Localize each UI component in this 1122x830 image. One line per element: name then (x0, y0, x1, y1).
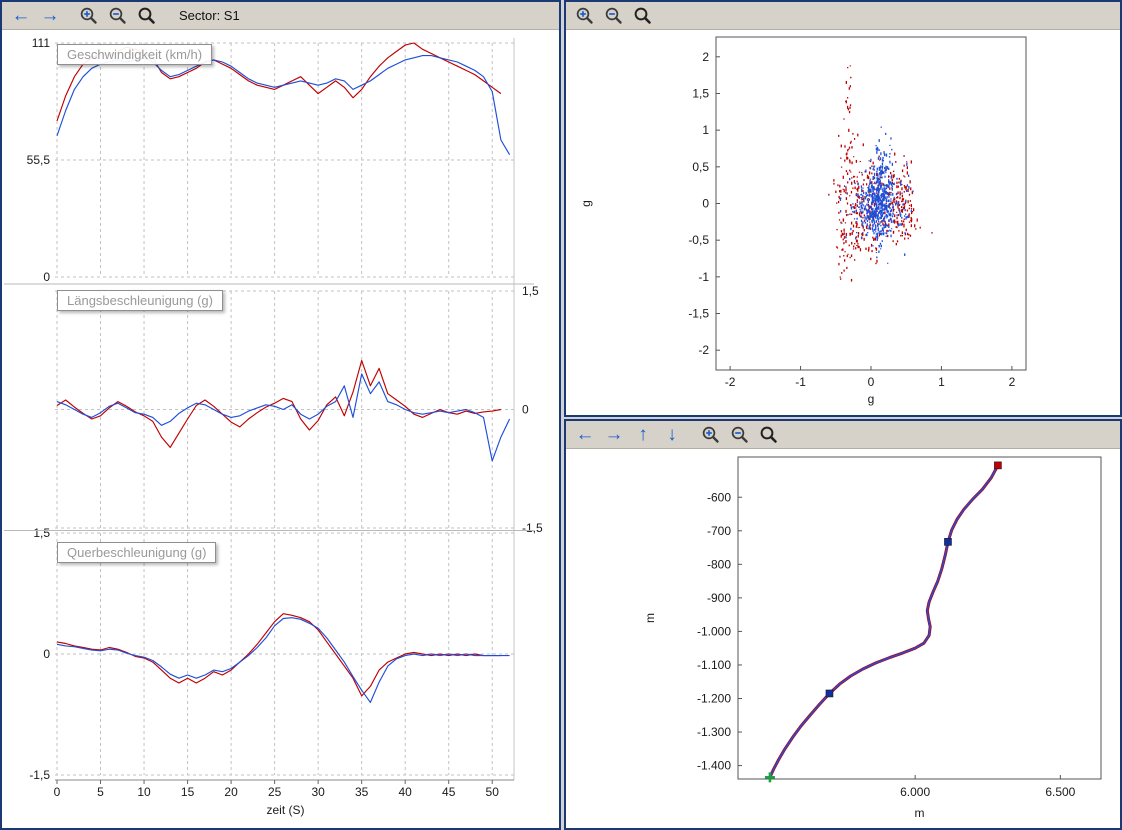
svg-text:0: 0 (43, 270, 50, 284)
svg-text:6.500: 6.500 (1045, 785, 1075, 799)
zoom-select-button[interactable] (758, 424, 780, 446)
svg-text:2: 2 (1009, 375, 1016, 389)
svg-text:-0,5: -0,5 (688, 233, 709, 247)
svg-text:5: 5 (97, 785, 104, 799)
sector-label: Sector: S1 (179, 8, 240, 23)
svg-text:1,5: 1,5 (522, 284, 539, 298)
pan-down-button[interactable]: ↓ (661, 424, 683, 446)
forward-arrow-icon: → (605, 425, 624, 444)
telemetry-analysis-window: ← → (0, 0, 1122, 830)
svg-text:25: 25 (268, 785, 282, 799)
svg-text:1,5: 1,5 (692, 86, 709, 100)
lat-accel-chart-title: Querbeschleunigung (g) (57, 542, 216, 563)
svg-text:-1.300: -1.300 (697, 725, 731, 739)
svg-text:45: 45 (442, 785, 456, 799)
gg-scatter-canvas[interactable]: 2 1,5 1 0,5 0 -0,5 -1 -1,5 -2 -2 -1 0 1 2 g g (566, 30, 1120, 415)
svg-text:-1: -1 (795, 375, 806, 389)
svg-text:6.000: 6.000 (900, 785, 930, 799)
forward-button[interactable]: → (39, 5, 61, 27)
track-map-toolbar: ← → ↑ ↓ (566, 421, 1120, 449)
zoom-in-button[interactable] (700, 424, 722, 446)
svg-text:g: g (868, 392, 875, 406)
svg-text:g: g (579, 200, 593, 207)
svg-text:1: 1 (702, 123, 709, 137)
svg-text:-1.100: -1.100 (697, 658, 731, 672)
zoom-in-icon (575, 6, 595, 26)
long-accel-chart-title: Längsbeschleunigung (g) (57, 290, 223, 311)
zoom-in-button[interactable] (574, 5, 596, 27)
svg-text:-700: -700 (707, 524, 731, 538)
zoom-in-icon (79, 6, 99, 26)
speed-chart-title: Geschwindigkeit (km/h) (57, 44, 212, 65)
svg-text:111: 111 (32, 36, 51, 50)
time-charts-panel: ← → (0, 0, 561, 830)
svg-text:-800: -800 (707, 557, 731, 571)
svg-text:0: 0 (43, 647, 50, 661)
svg-text:35: 35 (355, 785, 369, 799)
pan-up-button[interactable]: ↑ (632, 424, 654, 446)
svg-text:2: 2 (702, 50, 709, 64)
time-charts-toolbar: ← → (2, 2, 559, 30)
gg-scatter-area: 2 1,5 1 0,5 0 -0,5 -1 -1,5 -2 -2 -1 0 1 2 g g (566, 30, 1120, 417)
svg-text:-1: -1 (698, 270, 709, 284)
svg-text:0,5: 0,5 (692, 160, 709, 174)
zoom-out-icon (730, 425, 750, 445)
zoom-out-button[interactable] (107, 5, 129, 27)
back-arrow-icon: ← (12, 6, 31, 25)
svg-text:40: 40 (399, 785, 413, 799)
svg-text:1,5: 1,5 (33, 526, 50, 540)
zoom-in-button[interactable] (78, 5, 100, 27)
zoom-out-icon (108, 6, 128, 26)
zoom-out-icon (604, 6, 624, 26)
svg-text:m: m (915, 806, 925, 820)
track-map-panel: ← → ↑ ↓ (564, 419, 1122, 830)
svg-text:0: 0 (702, 197, 709, 211)
svg-text:50: 50 (486, 785, 500, 799)
svg-text:-900: -900 (707, 591, 731, 605)
magnifier-icon (759, 425, 779, 445)
up-arrow-icon: ↑ (638, 425, 648, 444)
svg-text:-2: -2 (725, 375, 736, 389)
magnifier-icon (137, 6, 157, 26)
svg-text:-1.400: -1.400 (697, 759, 731, 773)
svg-text:10: 10 (137, 785, 151, 799)
svg-text:-1,5: -1,5 (688, 307, 709, 321)
forward-arrow-icon: → (41, 6, 60, 25)
svg-text:20: 20 (224, 785, 238, 799)
gg-scatter-panel: 2 1,5 1 0,5 0 -0,5 -1 -1,5 -2 -2 -1 0 1 2 g g (564, 0, 1122, 417)
down-arrow-icon: ↓ (667, 425, 677, 444)
svg-text:15: 15 (181, 785, 195, 799)
svg-text:-1,5: -1,5 (29, 768, 50, 782)
svg-text:0: 0 (522, 403, 529, 417)
svg-text:-2: -2 (698, 343, 709, 357)
svg-text:-1.000: -1.000 (697, 624, 731, 638)
svg-text:0: 0 (54, 785, 61, 799)
forward-button[interactable]: → (603, 424, 625, 446)
zoom-select-button[interactable] (136, 5, 158, 27)
svg-text:zeit (S): zeit (S) (266, 803, 304, 817)
track-map-area: -600 -700 -800 -900 -1.000 -1.100 -1.200 -1.300… (566, 449, 1120, 830)
svg-text:-1.200: -1.200 (697, 692, 731, 706)
zoom-in-icon (701, 425, 721, 445)
svg-text:-600: -600 (707, 490, 731, 504)
svg-text:0: 0 (868, 375, 875, 389)
zoom-out-button[interactable] (729, 424, 751, 446)
magnifier-icon (633, 6, 653, 26)
gg-scatter-toolbar (566, 2, 1120, 30)
time-charts-area: 111 55,5 0 1,5 0 -1,5 1,5 0 -1,5 0 5 10 15 20 25 30 35 40… (2, 30, 559, 830)
back-button[interactable]: ← (10, 5, 32, 27)
time-charts-canvas[interactable]: 111 55,5 0 1,5 0 -1,5 1,5 0 -1,5 0 5 10 15 20 25 30 35 40… (2, 30, 559, 828)
track-map-canvas[interactable]: -600 -700 -800 -900 -1.000 -1.100 -1.200 -1.300… (566, 449, 1120, 828)
svg-text:1: 1 (938, 375, 945, 389)
back-arrow-icon: ← (576, 425, 595, 444)
back-button[interactable]: ← (574, 424, 596, 446)
svg-text:30: 30 (311, 785, 325, 799)
svg-text:-1,5: -1,5 (522, 521, 543, 535)
zoom-out-button[interactable] (603, 5, 625, 27)
svg-text:m: m (643, 613, 657, 623)
zoom-select-button[interactable] (632, 5, 654, 27)
svg-text:55,5: 55,5 (27, 153, 51, 167)
